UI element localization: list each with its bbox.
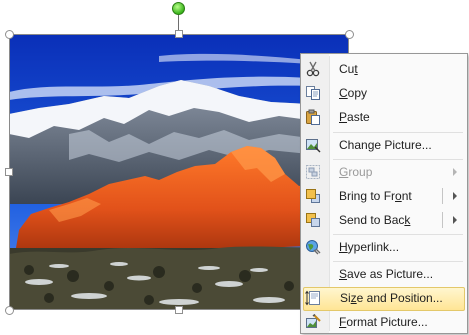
group-icon: [305, 164, 321, 180]
rotate-handle[interactable]: [172, 2, 185, 15]
menu-separator: [333, 132, 463, 133]
menu-item-copy[interactable]: Copy: [303, 82, 465, 104]
menu-item-format-picture-label-b: ormat Picture...: [346, 315, 428, 329]
mountain-landscape-image: [9, 34, 349, 310]
send-to-back-icon: [305, 212, 321, 228]
menu-item-copy-label-accel: C: [339, 86, 348, 100]
resize-handle-bottom-left[interactable]: [5, 306, 14, 315]
context-menu: Cut Copy Paste Change Picture... Group B…: [300, 53, 468, 334]
split-divider: [442, 188, 443, 204]
menu-item-cut[interactable]: Cut: [303, 58, 465, 80]
submenu-arrow-icon[interactable]: [453, 216, 457, 224]
menu-item-bring-to-front-label-accel: o: [395, 189, 402, 203]
resize-handle-left[interactable]: [5, 168, 13, 176]
resize-handle-top-right[interactable]: [345, 30, 354, 39]
menu-item-hyperlink[interactable]: Hyperlink...: [303, 236, 465, 258]
menu-item-hyperlink-label-accel: H: [339, 240, 348, 254]
menu-item-size-and-position[interactable]: Size and Position...: [303, 287, 465, 311]
menu-item-size-label-a: Si: [340, 291, 351, 305]
submenu-arrow-icon[interactable]: [453, 192, 457, 200]
menu-item-save-as-picture-label-b: ave as Picture...: [347, 267, 434, 281]
menu-item-cut-label-a: Cu: [339, 62, 355, 76]
menu-item-paste[interactable]: Paste: [303, 106, 465, 128]
menu-item-save-as-picture[interactable]: Save as Picture...: [303, 263, 465, 285]
menu-item-bring-to-front-label-a: Bring to Fr: [339, 189, 396, 203]
menu-item-bring-to-front-label-b: nt: [401, 189, 412, 203]
resize-handle-bottom[interactable]: [175, 306, 183, 314]
menu-item-copy-label-b: opy: [347, 86, 368, 100]
menu-item-change-picture[interactable]: Change Picture...: [303, 134, 465, 156]
menu-item-save-as-picture-label-accel: S: [339, 267, 348, 281]
selected-picture[interactable]: [9, 34, 349, 310]
menu-separator: [333, 261, 463, 262]
submenu-arrow-icon: [453, 168, 457, 176]
menu-item-cut-label-accel: t: [354, 62, 358, 76]
menu-item-group[interactable]: Group: [303, 161, 465, 183]
menu-item-paste-label-accel: P: [339, 110, 348, 124]
paste-icon: [305, 109, 321, 125]
format-picture-icon: [305, 314, 321, 330]
menu-item-send-to-back-label-accel: k: [404, 213, 411, 227]
menu-separator: [333, 159, 463, 160]
change-picture-icon: [305, 137, 321, 153]
resize-handle-top[interactable]: [175, 30, 183, 38]
scissors-icon: [305, 61, 321, 77]
menu-item-format-picture[interactable]: Format Picture...: [303, 311, 465, 333]
menu-item-size-label-b: e and Position...: [356, 291, 443, 305]
resize-handle-top-left[interactable]: [5, 30, 14, 39]
copy-icon: [305, 85, 321, 101]
menu-item-send-to-back[interactable]: Send to Back: [303, 209, 465, 231]
menu-item-bring-to-front[interactable]: Bring to Front: [303, 185, 465, 207]
bring-to-front-icon: [305, 188, 321, 204]
menu-item-group-label-accel: G: [339, 165, 349, 179]
size-position-icon: [305, 290, 321, 306]
split-divider: [442, 212, 443, 228]
menu-item-send-to-back-label-a: Send to Bac: [339, 213, 405, 227]
menu-item-change-picture-label: Change Picture...: [339, 138, 432, 152]
menu-item-hyperlink-label-b: yperlink...: [347, 240, 400, 254]
menu-separator: [333, 234, 463, 235]
menu-item-paste-label-b: aste: [347, 110, 370, 124]
menu-item-group-label-b: roup: [348, 165, 373, 179]
hyperlink-globe-icon: [305, 239, 321, 255]
